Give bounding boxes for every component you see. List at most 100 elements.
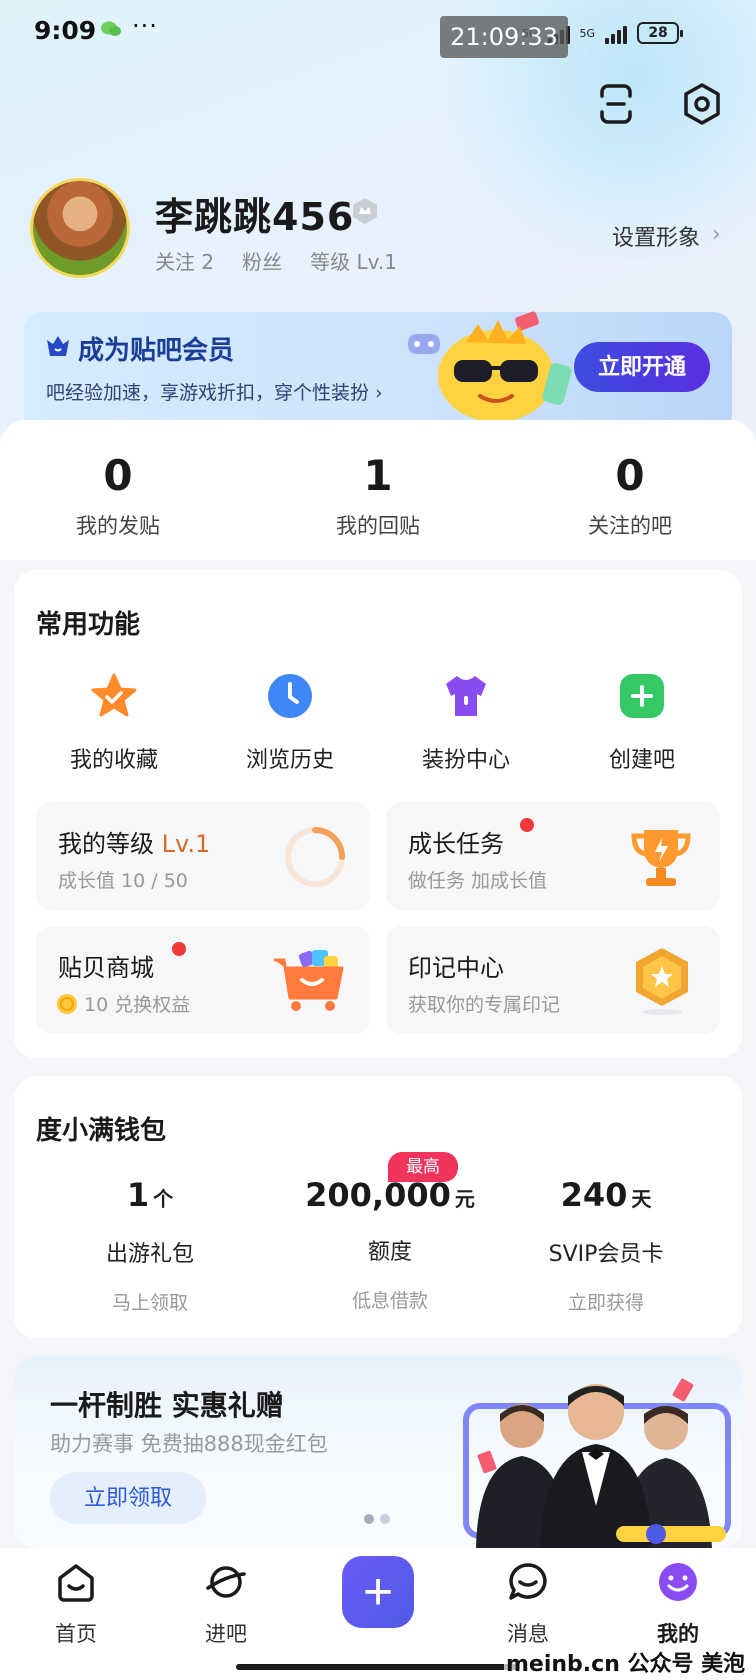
func-create-forum[interactable]: 创建吧 (572, 672, 712, 774)
wallet-svip-card-name: SVIP会员卡 (548, 1242, 664, 1267)
fans-count[interactable]: 粉丝 (242, 246, 282, 275)
tile-growth-tasks-sub: 做任务 加成长值 (408, 870, 548, 892)
func-decoration-label: 装扮中心 (421, 748, 510, 773)
home-indicator[interactable] (236, 1664, 520, 1670)
clock-icon (268, 674, 312, 718)
tiebei-balance: 10 兑换权益 (84, 994, 191, 1016)
set-avatar-link[interactable]: 设置形象 (612, 220, 700, 252)
profile-stats: 关注 2 粉丝 等级 Lv.1 (155, 246, 411, 275)
func-favorites[interactable]: 我的收藏 (44, 672, 184, 774)
my-posts-count: 0 (103, 451, 133, 500)
tile-badge-center[interactable]: 印记中心 获取你的专属印记 (386, 926, 720, 1034)
wallet-svip-card-value: 240 (560, 1176, 628, 1214)
network-label-2: 5G (579, 26, 596, 40)
rank-badge-icon (353, 198, 377, 224)
following-count[interactable]: 关注 2 (155, 246, 214, 275)
status-bar: 9:09 ··· 5G 5G 28 21:09:33 (0, 0, 756, 66)
level-value: Lv.1 (161, 830, 211, 858)
tile-my-level-sub: 成长值 10 / 50 (58, 870, 188, 892)
tile-growth-tasks-title: 成长任务 (408, 830, 504, 858)
level-progress-ring (285, 827, 345, 887)
create-post-button[interactable]: + (342, 1556, 414, 1628)
vip-subtitle[interactable]: 吧经验加速，享游戏折扣，穿个性装扮 › (46, 378, 383, 405)
tile-tiebei-shop[interactable]: 贴贝商城 10 兑换权益 (36, 926, 370, 1034)
promo-subtitle: 助力赛事 免费抽888现金红包 (50, 1432, 328, 1456)
vip-open-button[interactable]: 立即开通 (574, 342, 710, 392)
snooker-players-illustration (463, 1378, 731, 1548)
func-decoration[interactable]: 装扮中心 (396, 672, 536, 774)
shirt-icon (446, 676, 486, 716)
promo-carousel-dots (364, 1514, 390, 1524)
nav-home[interactable]: 首页 (26, 1560, 126, 1648)
vip-title: 成为贴吧会员 (78, 336, 235, 366)
screen-clock-overlay: 21:09:33 (440, 16, 568, 58)
signal-icon-2 (605, 22, 628, 44)
wallet-title: 度小满钱包 (36, 1116, 167, 1146)
promo-claim-button[interactable]: 立即领取 (50, 1472, 206, 1524)
tile-badge-center-sub: 获取你的专属印记 (408, 994, 561, 1016)
wallet-svip-card[interactable]: 240 天 SVIP会员卡 立即获得 (496, 1176, 716, 1315)
smiley-icon (659, 1563, 697, 1601)
planet-icon (206, 1566, 246, 1598)
followed-forums-label: 关注的吧 (588, 514, 672, 538)
watermark: meinb.cn 公众号 美泡君 (504, 1646, 756, 1680)
func-history-label: 浏览历史 (245, 748, 334, 773)
wallet-travel-gift-value: 1 (126, 1176, 150, 1214)
func-create-forum-label: 创建吧 (608, 748, 675, 773)
nav-home-label: 首页 (55, 1622, 97, 1646)
followed-forums-count: 0 (615, 451, 645, 500)
home-icon (58, 1564, 94, 1602)
wallet-credit-limit-unit: 元 (454, 1187, 475, 1211)
settings-icon[interactable] (680, 82, 724, 126)
wechat-icon (101, 21, 121, 36)
my-posts-label: 我的发贴 (76, 514, 160, 538)
avatar[interactable] (30, 178, 130, 278)
func-history[interactable]: 浏览历史 (220, 672, 360, 774)
tile-tiebei-shop-title: 贴贝商城 (58, 954, 154, 982)
wallet-credit-limit[interactable]: 200,000 元 额度 低息借款 (268, 1176, 512, 1313)
wallet-travel-gift-name: 出游礼包 (105, 1242, 194, 1267)
wallet-svip-card-sub: 立即获得 (567, 1292, 644, 1314)
wallet-svip-card-unit: 天 (631, 1187, 652, 1211)
nav-messages[interactable]: 消息 (478, 1560, 578, 1648)
promo-title: 一杆制胜 实惠礼赠 (50, 1389, 284, 1422)
status-time: 9:09 (34, 16, 97, 45)
my-replies-stat[interactable]: 1 我的回贴 (288, 452, 468, 540)
shopping-cart-icon (274, 950, 344, 1011)
my-replies-label: 我的回贴 (336, 514, 420, 538)
wallet-travel-gift-unit: 个 (153, 1187, 174, 1211)
message-icon (509, 1563, 547, 1600)
star-icon (91, 673, 137, 717)
my-posts-stat[interactable]: 0 我的发贴 (28, 452, 208, 540)
wallet-travel-gift-sub: 马上领取 (111, 1292, 188, 1314)
wallet-credit-limit-name: 额度 (367, 1240, 412, 1265)
plus-icon (620, 674, 664, 718)
chevron-right-icon: › (712, 222, 721, 247)
username: 李跳跳456 (155, 195, 355, 239)
nav-forums[interactable]: 进吧 (176, 1560, 276, 1648)
wallet-credit-limit-sub: 低息借款 (351, 1290, 428, 1312)
my-replies-count: 1 (363, 451, 393, 500)
badge-hexagon-icon (636, 948, 688, 1015)
user-level: 等级 Lv.1 (310, 250, 397, 274)
battery-icon: 28 (637, 22, 684, 44)
wallet-travel-gift[interactable]: 1个 出游礼包 马上领取 (40, 1176, 260, 1315)
coin-icon (57, 994, 77, 1014)
trophy-icon (631, 830, 691, 886)
tile-growth-tasks[interactable]: 成长任务 做任务 加成长值 (386, 802, 720, 910)
tiebei-shop-red-dot (172, 942, 186, 956)
tile-tiebei-shop-sub: 10 兑换权益 (56, 990, 190, 1017)
followed-forums-stat[interactable]: 0 关注的吧 (540, 452, 720, 540)
nav-me-label: 我的 (657, 1622, 699, 1646)
tile-my-level[interactable]: 我的等级 Lv.1 成长值 10 / 50 (36, 802, 370, 910)
growth-tasks-red-dot (520, 818, 534, 832)
nav-messages-label: 消息 (507, 1622, 549, 1646)
vip-mascot-illustration (408, 311, 572, 422)
nav-me[interactable]: 我的 (628, 1560, 728, 1648)
more-notifications-icon: ··· (132, 12, 158, 40)
scan-icon[interactable] (594, 82, 638, 126)
vip-crown-icon (47, 336, 69, 356)
tile-my-level-title: 我的等级 Lv.1 (58, 830, 211, 858)
tile-badge-center-title: 印记中心 (408, 954, 504, 982)
wallet-credit-limit-value: 200,000 (305, 1176, 451, 1214)
